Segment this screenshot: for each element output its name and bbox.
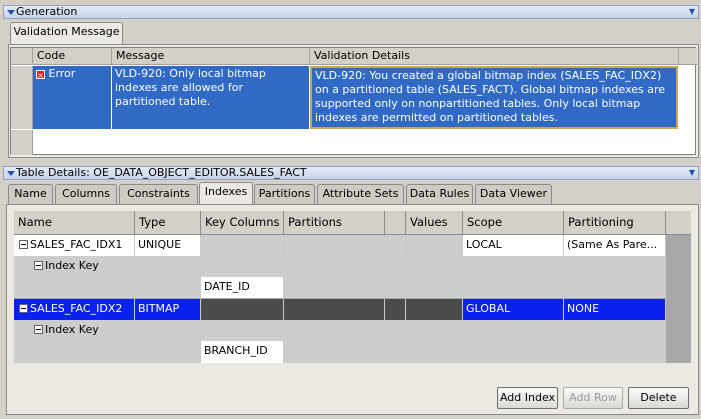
- index-type-cell[interactable]: UNIQUE: [135, 235, 201, 256]
- generation-header[interactable]: Generation ▼: [3, 5, 699, 19]
- validation-grid: Code Message Validation Details × Error …: [10, 47, 697, 155]
- values-cell[interactable]: [406, 235, 463, 256]
- expand-arrows-icon[interactable]: ▼: [689, 169, 695, 177]
- index-key-label: Index Key: [45, 259, 99, 272]
- tab-data-viewer[interactable]: Data Viewer: [475, 184, 552, 204]
- col-partitioning[interactable]: Partitioning: [564, 211, 666, 235]
- tab-data-rules[interactable]: Data Rules: [406, 184, 473, 204]
- table-details-header[interactable]: Table Details: OE_DATA_OBJECT_EDITOR.SAL…: [3, 166, 699, 180]
- tab-partitions[interactable]: Partitions: [254, 184, 315, 204]
- index-type-cell[interactable]: BITMAP: [135, 299, 201, 320]
- col-message[interactable]: Message: [112, 48, 310, 65]
- add-index-button[interactable]: Add Index: [497, 387, 558, 409]
- index-name-cell[interactable]: SALES_FAC_IDX2: [14, 299, 135, 320]
- col-name[interactable]: Name: [14, 211, 135, 235]
- key-column-cell[interactable]: DATE_ID: [201, 277, 284, 298]
- message-cell[interactable]: VLD-920: Only local bitmap indexes are a…: [112, 66, 309, 129]
- values-cell[interactable]: [406, 299, 463, 320]
- indexes-grid: Name Type Key Columns Partitions Values …: [14, 211, 691, 363]
- blank-cell[interactable]: [385, 235, 406, 256]
- key-column-row[interactable]: BRANCH_ID: [14, 341, 666, 363]
- tab-validation-message[interactable]: Validation Message: [10, 22, 123, 44]
- col-scope[interactable]: Scope: [463, 211, 564, 235]
- key-columns-cell[interactable]: [201, 235, 284, 256]
- row-header-empty: [11, 130, 33, 155]
- index-key-cell[interactable]: Index Key: [14, 256, 201, 277]
- blank-cell[interactable]: [385, 299, 406, 320]
- collapse-icon[interactable]: [19, 240, 28, 249]
- tab-indexes[interactable]: Indexes: [199, 182, 253, 204]
- key-columns-cell[interactable]: [201, 299, 284, 320]
- collapse-icon[interactable]: [19, 304, 28, 313]
- key-column-cell[interactable]: BRANCH_ID: [201, 341, 284, 363]
- error-icon: ×: [36, 70, 45, 80]
- collapse-icon[interactable]: [34, 261, 43, 270]
- partitioning-cell[interactable]: (Same As Pare...: [564, 235, 666, 256]
- partitions-cell[interactable]: [284, 299, 385, 320]
- index-key-row[interactable]: Index Key: [14, 320, 666, 341]
- col-validation-details[interactable]: Validation Details: [310, 48, 679, 65]
- col-key-columns[interactable]: Key Columns: [201, 211, 284, 235]
- col-values[interactable]: Values: [406, 211, 463, 235]
- validation-panel: Code Message Validation Details × Error …: [8, 44, 699, 158]
- top-strip: [0, 0, 701, 4]
- error-code-text: Error: [48, 67, 76, 80]
- add-row-button[interactable]: Add Row: [563, 387, 623, 409]
- table-row[interactable]: SALES_FAC_IDX1 UNIQUE LOCAL (Same As Par…: [14, 235, 666, 256]
- table-details-title: Table Details: OE_DATA_OBJECT_EDITOR.SAL…: [16, 166, 307, 179]
- index-key-label: Index Key: [45, 323, 99, 336]
- header-filler: [666, 211, 691, 235]
- col-partitions[interactable]: Partitions: [284, 211, 385, 235]
- partitions-cell[interactable]: [284, 235, 385, 256]
- key-column-row[interactable]: DATE_ID: [14, 277, 666, 298]
- header-filler: [679, 48, 697, 65]
- index-key-cell[interactable]: Index Key: [14, 320, 201, 341]
- collapse-triangle-icon[interactable]: [7, 171, 15, 176]
- error-code-cell[interactable]: × Error: [33, 66, 111, 129]
- collapse-icon[interactable]: [34, 325, 43, 334]
- delete-button[interactable]: Delete: [628, 387, 689, 409]
- generation-title: Generation: [16, 5, 78, 18]
- generation-tabs: Validation Message: [10, 22, 210, 44]
- index-name: SALES_FAC_IDX1: [30, 238, 123, 251]
- tab-attribute-sets[interactable]: Attribute Sets: [317, 184, 404, 204]
- table-row[interactable]: SALES_FAC_IDX2 BITMAP GLOBAL NONE: [14, 299, 666, 320]
- col-code[interactable]: Code: [33, 48, 112, 65]
- collapse-triangle-icon[interactable]: [7, 10, 15, 15]
- partitioning-cell[interactable]: NONE: [564, 299, 666, 320]
- tab-columns[interactable]: Columns: [55, 184, 117, 204]
- index-name-cell[interactable]: SALES_FAC_IDX1: [14, 235, 135, 256]
- tab-constraints[interactable]: Constraints: [119, 184, 198, 204]
- details-cell[interactable]: VLD-920: You created a global bitmap ind…: [310, 66, 678, 129]
- scope-cell[interactable]: LOCAL: [463, 235, 564, 256]
- index-name: SALES_FAC_IDX2: [30, 302, 123, 315]
- details-tabs: Name Columns Constraints Indexes Partiti…: [8, 182, 568, 204]
- expand-arrows-icon[interactable]: ▼: [689, 8, 695, 16]
- index-key-row[interactable]: Index Key: [14, 256, 666, 277]
- tab-name[interactable]: Name: [8, 184, 53, 204]
- scope-cell[interactable]: GLOBAL: [463, 299, 564, 320]
- col-type[interactable]: Type: [135, 211, 201, 235]
- row-header-corner: [11, 48, 33, 65]
- row-header[interactable]: [11, 66, 33, 129]
- col-blank[interactable]: [385, 211, 406, 235]
